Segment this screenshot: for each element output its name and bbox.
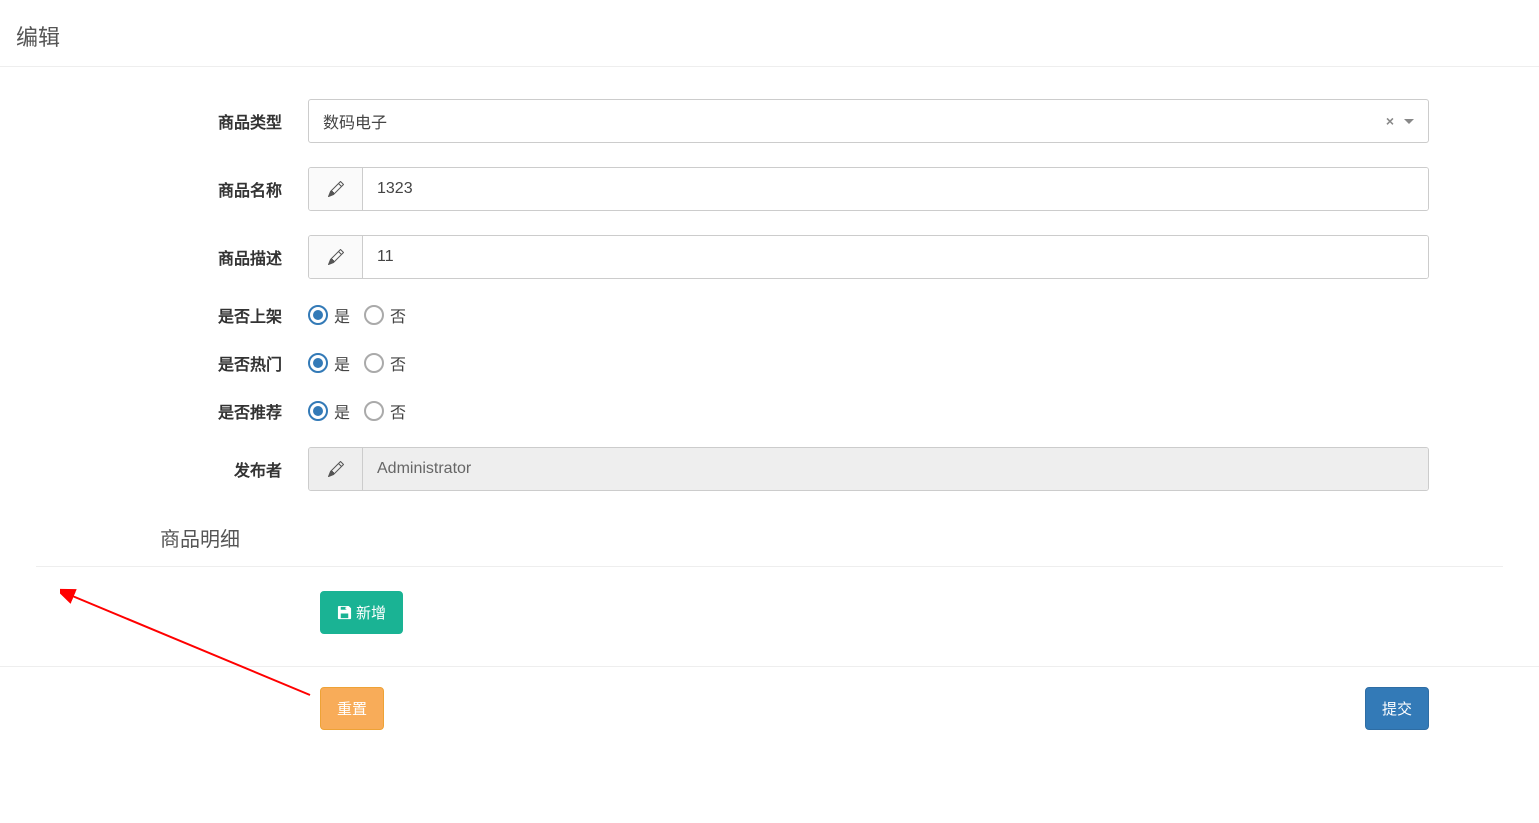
radio-icon	[308, 401, 328, 421]
radio-label: 否	[390, 351, 406, 375]
radio-icon	[364, 305, 384, 325]
label-is-hot: 是否热门	[0, 351, 308, 375]
add-button-label: 新增	[356, 602, 386, 623]
save-icon	[337, 605, 352, 620]
clear-icon[interactable]: ×	[1386, 113, 1394, 129]
is-recommend-radio-group: 是 否	[308, 399, 406, 423]
reset-button-label: 重置	[337, 698, 367, 719]
radio-icon	[308, 353, 328, 373]
row-is-recommend: 是否推荐 是 否	[0, 387, 1539, 435]
product-desc-group	[308, 235, 1429, 279]
is-recommend-yes[interactable]: 是	[308, 399, 350, 423]
radio-icon	[364, 401, 384, 421]
label-product-name: 商品名称	[0, 177, 308, 201]
is-recommend-no[interactable]: 否	[364, 399, 406, 423]
is-hot-radio-group: 是 否	[308, 351, 406, 375]
label-product-type: 商品类型	[0, 109, 308, 133]
radio-label: 是	[334, 399, 350, 423]
is-hot-yes[interactable]: 是	[308, 351, 350, 375]
publisher-input	[363, 448, 1428, 490]
radio-label: 是	[334, 303, 350, 327]
publisher-group	[308, 447, 1429, 491]
row-on-shelf: 是否上架 是 否	[0, 291, 1539, 339]
add-detail-button[interactable]: 新增	[320, 591, 403, 634]
form-section: 商品类型 数码电子 × 商品名称	[0, 66, 1539, 750]
row-product-name: 商品名称	[0, 155, 1539, 223]
on-shelf-yes[interactable]: 是	[308, 303, 350, 327]
radio-label: 否	[390, 399, 406, 423]
is-hot-no[interactable]: 否	[364, 351, 406, 375]
label-publisher: 发布者	[0, 457, 308, 481]
radio-label: 否	[390, 303, 406, 327]
select-actions: ×	[1386, 113, 1414, 129]
submit-button-label: 提交	[1382, 698, 1412, 719]
pencil-icon	[309, 236, 363, 278]
label-product-desc: 商品描述	[0, 245, 308, 269]
radio-icon	[308, 305, 328, 325]
label-is-recommend: 是否推荐	[0, 399, 308, 423]
label-on-shelf: 是否上架	[0, 303, 308, 327]
pencil-icon	[309, 168, 363, 210]
on-shelf-no[interactable]: 否	[364, 303, 406, 327]
row-product-desc: 商品描述	[0, 223, 1539, 291]
pencil-icon	[309, 448, 363, 490]
product-type-select[interactable]: 数码电子 ×	[308, 99, 1429, 143]
product-name-input[interactable]	[363, 168, 1428, 210]
footer-bar: 重置 提交	[0, 666, 1539, 750]
on-shelf-radio-group: 是 否	[308, 303, 406, 327]
product-desc-input[interactable]	[363, 236, 1428, 278]
product-name-group	[308, 167, 1429, 211]
submit-button[interactable]: 提交	[1365, 687, 1429, 730]
radio-label: 是	[334, 351, 350, 375]
reset-button[interactable]: 重置	[320, 687, 384, 730]
row-product-type: 商品类型 数码电子 ×	[0, 87, 1539, 155]
detail-section-title: 商品明细	[0, 503, 1539, 566]
radio-icon	[364, 353, 384, 373]
page-title: 编辑	[0, 0, 1539, 66]
product-type-value: 数码电子	[323, 109, 387, 133]
chevron-down-icon[interactable]	[1404, 119, 1414, 124]
row-is-hot: 是否热门 是 否	[0, 339, 1539, 387]
row-publisher: 发布者	[0, 435, 1539, 503]
